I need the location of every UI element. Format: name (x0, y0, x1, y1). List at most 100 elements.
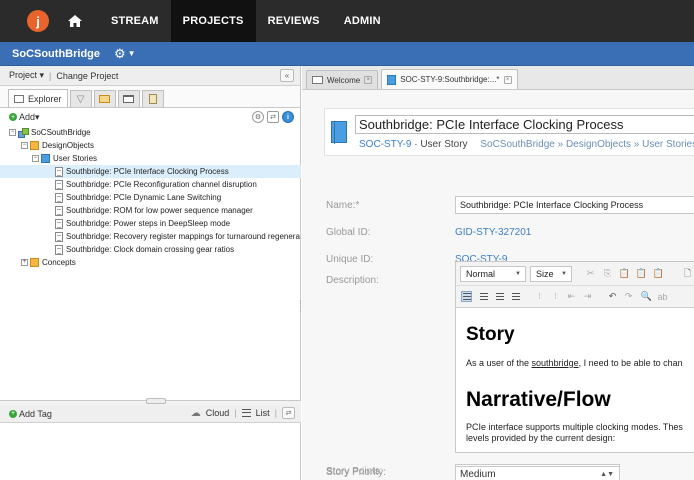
project-name[interactable]: SoCSouthBridge (12, 48, 100, 60)
tree-item-story[interactable]: Southbridge: PCIe Dynamic Lane Switching (0, 191, 301, 204)
story-priority-label: Story Priority: (326, 467, 387, 478)
folder-grid-icon (30, 141, 39, 150)
tree-item-story[interactable]: Southbridge: PCIe Reconfiguration channe… (0, 178, 301, 191)
find-icon[interactable]: 🔍 (641, 291, 652, 302)
tree-item-socsouthbridge[interactable]: − SoCSouthBridge (0, 126, 301, 139)
paste-text-icon[interactable]: 📋 (636, 268, 647, 279)
redo-icon[interactable]: ↷ (623, 291, 634, 302)
document-icon (55, 244, 63, 255)
tree-item-story[interactable]: Southbridge: Clock domain crossing gear … (0, 243, 301, 256)
info-icon[interactable]: i (282, 111, 294, 123)
user-story-icon (331, 121, 347, 144)
tree-item-story-selected[interactable]: Southbridge: PCIe Interface Clocking Pro… (0, 165, 301, 178)
size-select[interactable]: Size ▼ (530, 266, 572, 282)
filter-icon: ▽ (76, 93, 85, 105)
document-icon (55, 179, 63, 190)
tree-item-designobjects[interactable]: − DesignObjects (0, 139, 301, 152)
window-icon (123, 95, 135, 103)
add-menu-button[interactable]: Add▾ (19, 112, 40, 123)
description-editor[interactable]: Normal▼ Size▼ ✂ ⎘ 📋 📋 📋 🗋 ⁝ ⁝ ⇤ ⇥ ↶ ↷ (455, 261, 694, 453)
item-id-link[interactable]: SOC-STY-9 (359, 139, 411, 150)
collapse-icon[interactable]: − (9, 129, 16, 136)
outdent-icon[interactable]: ⇤ (566, 291, 577, 302)
tree-item-label: Southbridge: Clock domain crossing gear … (66, 245, 235, 254)
tree-item-label: SoCSouthBridge (31, 128, 91, 137)
tab-filter[interactable]: ▽ (69, 90, 92, 107)
expand-icon[interactable]: + (21, 259, 28, 266)
splitter-grip[interactable] (146, 398, 166, 404)
nav-reviews[interactable]: REVIEWS (256, 0, 332, 42)
tab-explorer-label: Explorer (28, 93, 62, 104)
collapse-icon[interactable]: − (32, 155, 39, 162)
tab-clipboard[interactable] (141, 90, 164, 107)
breadcrumb[interactable]: SoCSouthBridge » DesignObjects » User St… (480, 139, 694, 150)
tree-item-story[interactable]: Southbridge: Recovery register mappings … (0, 230, 301, 243)
nav-projects[interactable]: PROJECTS (170, 0, 256, 42)
tree-item-story[interactable]: Southbridge: Power steps in DeepSleep mo… (0, 217, 301, 230)
tab-welcome[interactable]: Welcome × (306, 70, 379, 89)
description-label: Description: (326, 275, 379, 286)
replace-icon[interactable]: ab (657, 291, 668, 302)
list-view-button[interactable]: List (256, 408, 270, 418)
document-icon[interactable]: 🗋 (682, 268, 693, 279)
bullet-list-icon[interactable]: ⁝ (550, 291, 561, 302)
tree-item-label: Concepts (42, 258, 76, 267)
tab-explorer[interactable]: Explorer (8, 89, 68, 107)
caret-down-icon[interactable]: ▼ (128, 49, 136, 58)
spellcheck-word[interactable]: southbridge (532, 358, 579, 368)
document-icon (55, 166, 63, 177)
cut-icon[interactable]: ✂ (585, 268, 596, 279)
add-tag-button[interactable]: Add Tag (19, 409, 52, 419)
indent-icon[interactable]: ⇥ (582, 291, 593, 302)
nav-stream[interactable]: STREAM (99, 0, 171, 42)
collapse-panel-button[interactable]: « (280, 69, 294, 82)
grid-icon (99, 95, 111, 103)
format-select[interactable]: Normal ▼ (460, 266, 526, 282)
editor-paragraph-2: PCIe interface supports multiple clockin… (466, 422, 683, 443)
justify-icon[interactable] (510, 291, 521, 302)
tab-grid[interactable] (93, 90, 116, 107)
name-field[interactable]: Southbridge: PCIe Interface Clocking Pro… (455, 196, 694, 214)
tab-soc-sty-9[interactable]: SOC-STY-9:Southbridge:...* × (381, 69, 518, 89)
window-icon (312, 76, 323, 84)
global-id-label: Global ID: (326, 227, 371, 238)
settings-icon[interactable]: ⚙ (252, 111, 264, 123)
paste-word-icon[interactable]: 📋 (653, 268, 664, 279)
align-left-icon[interactable] (461, 291, 472, 302)
add-tag-icon: + (9, 409, 17, 418)
numbered-list-icon[interactable]: ⁝ (534, 291, 545, 302)
cloud-view-button[interactable]: Cloud (206, 408, 230, 418)
refresh-icon[interactable]: ⇄ (267, 111, 279, 123)
close-icon[interactable]: × (503, 75, 512, 84)
tab-window[interactable] (117, 90, 140, 107)
gear-icon[interactable]: ⚙ (114, 46, 126, 62)
tree-item-user-stories[interactable]: − User Stories (0, 152, 301, 165)
document-icon (55, 218, 63, 229)
tree-item-story[interactable]: Southbridge: ROM for low power sequence … (0, 204, 301, 217)
top-navigation-bar: j STREAM PROJECTS REVIEWS ADMIN (0, 0, 694, 42)
item-subtitle: SOC-STY-9 · User Story SoCSouthBridge » … (359, 139, 694, 150)
tree-item-label: Southbridge: Power steps in DeepSleep mo… (66, 219, 231, 228)
project-menu[interactable]: Project ▾ (9, 70, 44, 81)
title-field[interactable]: Southbridge: PCIe Interface Clocking Pro… (355, 115, 694, 134)
nav-admin[interactable]: ADMIN (332, 0, 393, 42)
close-icon[interactable]: × (364, 76, 373, 84)
home-icon[interactable] (65, 11, 85, 31)
app-logo[interactable]: j (27, 10, 49, 32)
paste-icon[interactable]: 📋 (619, 268, 630, 279)
document-icon (55, 192, 63, 203)
editor-heading-narrative: Narrative/Flow (466, 388, 611, 411)
collapse-icon[interactable]: − (21, 142, 28, 149)
story-priority-select[interactable]: Medium ▲▼ (455, 466, 620, 480)
tree-item-label: Southbridge: Recovery register mappings … (66, 232, 300, 241)
align-center-icon[interactable] (478, 291, 489, 302)
cloud-icon: ☁ (190, 407, 201, 419)
change-project-link[interactable]: Change Project (56, 71, 118, 81)
editor-paragraph-1: As a user of the southbridge, I need to … (466, 358, 683, 368)
global-id-value[interactable]: GID-STY-327201 (455, 227, 531, 238)
align-right-icon[interactable] (494, 291, 505, 302)
copy-icon[interactable]: ⎘ (602, 268, 613, 279)
tree-item-concepts[interactable]: + Concepts (0, 256, 301, 269)
refresh-icon[interactable]: ⇄ (282, 407, 295, 419)
undo-icon[interactable]: ↶ (607, 291, 618, 302)
